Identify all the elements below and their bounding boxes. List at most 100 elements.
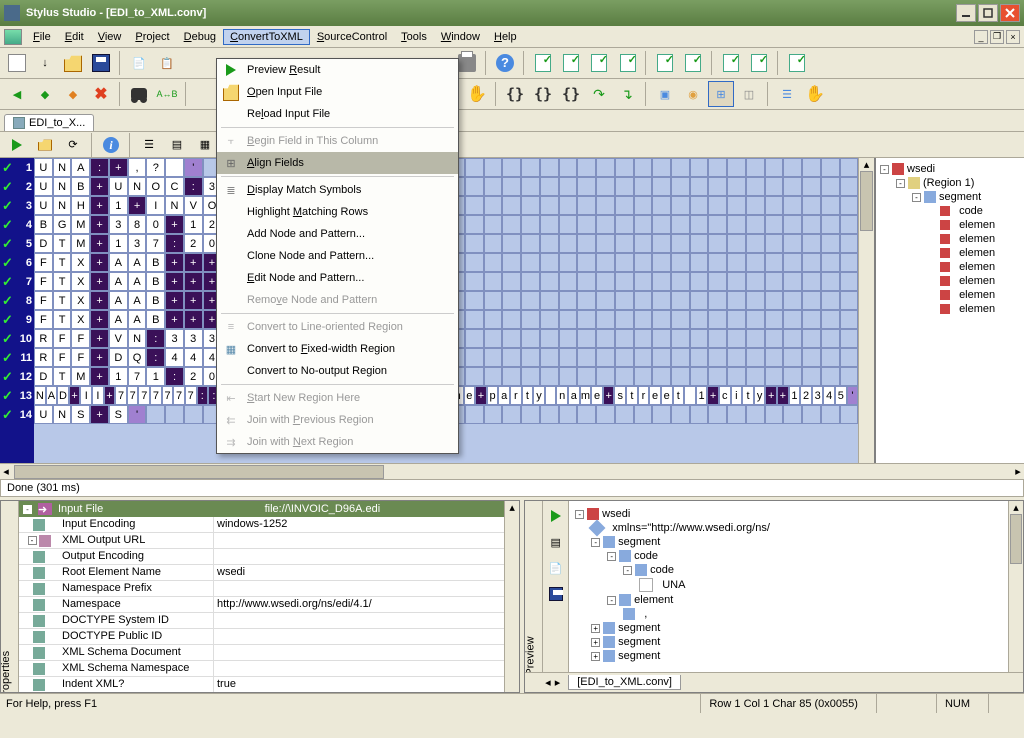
menu-window[interactable]: Window: [434, 29, 487, 45]
step-over[interactable]: ↷: [586, 81, 612, 107]
editor-hscroll[interactable]: ◂ ▸: [0, 463, 1024, 479]
expand-icon[interactable]: -: [591, 538, 600, 547]
validate-3-button[interactable]: [586, 50, 612, 76]
properties-grid[interactable]: Input Encodingwindows-1252-XML Output UR…: [19, 517, 504, 692]
open-button[interactable]: [60, 50, 86, 76]
menu-highlight-matching[interactable]: Highlight Matching Rows: [217, 201, 458, 223]
preview-tab[interactable]: [EDI_to_XML.conv]: [568, 675, 681, 690]
tb2-4[interactable]: ✖: [88, 81, 114, 107]
menu-reload-input[interactable]: Reload Input File: [217, 103, 458, 125]
brace-3[interactable]: {}: [558, 81, 584, 107]
preview-tb4[interactable]: [545, 583, 567, 605]
refresh-button[interactable]: ⟳: [60, 132, 86, 158]
preview-tb3[interactable]: 📄: [545, 557, 567, 579]
expand-icon[interactable]: +: [591, 638, 600, 647]
preview-root[interactable]: wsedi: [602, 508, 630, 520]
close-button[interactable]: [1000, 4, 1020, 22]
validate-2-button[interactable]: [558, 50, 584, 76]
list-3[interactable]: ▦: [192, 132, 218, 158]
tb2-2[interactable]: ◆: [32, 81, 58, 107]
win-4[interactable]: ◫: [736, 81, 762, 107]
preview-vscroll[interactable]: ▴: [1008, 501, 1023, 672]
hand-button[interactable]: ✋: [464, 81, 490, 107]
tb2-1[interactable]: ◀: [4, 81, 30, 107]
menu-sourcecontrol[interactable]: SourceControl: [310, 29, 394, 45]
mdi-restore[interactable]: ❐: [990, 30, 1004, 44]
menu-display-match[interactable]: ≣Display Match Symbols: [217, 179, 458, 201]
info-button[interactable]: i: [98, 132, 124, 158]
mdi-minimize[interactable]: _: [974, 30, 988, 44]
menu-conv-noout[interactable]: Convert to No-output Region: [217, 360, 458, 382]
preview-label[interactable]: Preview: [525, 636, 537, 672]
menu-edit-node[interactable]: Edit Node and Pattern...: [217, 267, 458, 289]
download-button[interactable]: ↓: [32, 50, 58, 76]
tab-edi-to-xml[interactable]: EDI_to_X...: [4, 114, 94, 131]
preview-tb2[interactable]: ▤: [545, 531, 567, 553]
validate-err-button[interactable]: ×: [614, 50, 640, 76]
schema-tree[interactable]: -wsedi -(Region 1) -segment code elemen …: [874, 158, 1024, 463]
list-2[interactable]: ▤: [164, 132, 190, 158]
brace-2[interactable]: {}: [530, 81, 556, 107]
expand-icon[interactable]: -: [623, 566, 632, 575]
tree-segment[interactable]: segment: [939, 191, 981, 203]
expand-icon[interactable]: +: [591, 624, 600, 633]
copy-button[interactable]: 📄: [126, 50, 152, 76]
expand-icon[interactable]: -: [880, 165, 889, 174]
validate-1-button[interactable]: [530, 50, 556, 76]
menu-conv-fixed[interactable]: ▦Convert to Fixed-width Region: [217, 338, 458, 360]
validate-5-button[interactable]: [680, 50, 706, 76]
open-input-button[interactable]: [32, 132, 58, 158]
menu-clone-node[interactable]: Clone Node and Pattern...: [217, 245, 458, 267]
menu-open-input[interactable]: Open Input File: [217, 81, 458, 103]
expand-icon[interactable]: -: [575, 510, 584, 519]
props-vscroll[interactable]: ▴: [504, 501, 519, 692]
find-button[interactable]: [126, 81, 152, 107]
menu-help[interactable]: Help: [487, 29, 524, 45]
replace-button[interactable]: A↔B: [154, 81, 180, 107]
expand-icon[interactable]: -: [607, 552, 616, 561]
menu-project[interactable]: Project: [128, 29, 176, 45]
menu-converttoxml[interactable]: ConvertToXML: [223, 29, 310, 45]
validate-exe-button[interactable]: [784, 50, 810, 76]
tree-region[interactable]: (Region 1): [923, 177, 974, 189]
menu-add-node[interactable]: Add Node and Pattern...: [217, 223, 458, 245]
vscroll[interactable]: ▴: [858, 158, 874, 463]
brace-1[interactable]: {}: [502, 81, 528, 107]
minimize-button[interactable]: [956, 4, 976, 22]
menu-align-fields[interactable]: ⊞Align Fields: [217, 152, 458, 174]
step-into[interactable]: ↴: [614, 81, 640, 107]
win-1[interactable]: ▣: [652, 81, 678, 107]
menu-view[interactable]: View: [91, 29, 129, 45]
paste-button[interactable]: 📋: [154, 50, 180, 76]
win-3[interactable]: ⊞: [708, 81, 734, 107]
expand-icon[interactable]: -: [607, 596, 616, 605]
maximize-button[interactable]: [978, 4, 998, 22]
run-button[interactable]: [4, 132, 30, 158]
validate-6-button[interactable]: [718, 50, 744, 76]
help-icon: ?: [496, 54, 514, 72]
menu-edit[interactable]: Edit: [58, 29, 91, 45]
menu-debug[interactable]: Debug: [177, 29, 223, 45]
expand-icon[interactable]: -: [896, 179, 905, 188]
menu-file[interactable]: File: [26, 29, 58, 45]
preview-run[interactable]: [545, 505, 567, 527]
preview-tree[interactable]: -wsedi xmlns="http://www.wsedi.org/ns/ -…: [569, 501, 1008, 672]
new-button[interactable]: [4, 50, 30, 76]
win-6[interactable]: ✋: [802, 81, 828, 107]
menu-preview-result[interactable]: Preview Result: [217, 59, 458, 81]
expand-icon[interactable]: +: [591, 652, 600, 661]
win-5[interactable]: ☰: [774, 81, 800, 107]
menu-tools[interactable]: Tools: [394, 29, 434, 45]
validate-4-button[interactable]: [652, 50, 678, 76]
expand-icon[interactable]: -: [912, 193, 921, 202]
list-1[interactable]: ☰: [136, 132, 162, 158]
save-button[interactable]: [88, 50, 114, 76]
expand-icon[interactable]: -: [23, 505, 32, 514]
help-button[interactable]: ?: [492, 50, 518, 76]
win-2[interactable]: ◉: [680, 81, 706, 107]
mdi-close[interactable]: ×: [1006, 30, 1020, 44]
properties-label[interactable]: Properties: [1, 651, 12, 692]
tb2-3[interactable]: ◆: [60, 81, 86, 107]
tree-root[interactable]: wsedi: [907, 163, 935, 175]
validate-7-button[interactable]: [746, 50, 772, 76]
